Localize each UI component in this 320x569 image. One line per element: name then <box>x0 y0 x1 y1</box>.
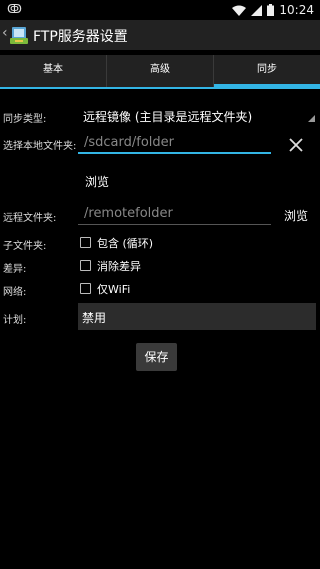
sync-type-spinner[interactable]: 远程镜像 (主目录是远程文件夹) <box>83 108 252 125</box>
schedule-spinner[interactable]: 禁用 <box>78 303 316 330</box>
wifi-icon <box>232 5 247 16</box>
subfolders-label: 子文件夹: <box>3 241 47 252</box>
remote-folder-placeholder: /remotefolder <box>84 206 173 221</box>
save-button[interactable]: 保存 <box>136 343 177 371</box>
diff-label: 差异: <box>3 264 27 275</box>
network-label: 网络: <box>3 287 27 298</box>
tab-sync[interactable]: 同步 <box>214 55 320 87</box>
diff-checkbox[interactable] <box>80 260 91 271</box>
wifi-only-checkbox[interactable] <box>80 283 91 294</box>
cellular-signal-icon <box>251 4 263 16</box>
browse-remote-button[interactable]: 浏览 <box>284 207 308 224</box>
subfolders-checkbox[interactable] <box>80 237 91 248</box>
sync-type-label: 同步类型: <box>3 114 47 125</box>
schedule-value: 禁用 <box>82 311 107 325</box>
status-bar: ↂ 10:24 <box>0 0 320 20</box>
battery-icon <box>267 4 275 16</box>
local-folder-input[interactable]: /sdcard/folder <box>78 134 271 154</box>
remote-folder-label: 远程文件夹: <box>3 213 57 224</box>
action-bar: ‹ FTP服务器设置 <box>0 20 320 50</box>
page-title: FTP服务器设置 <box>33 29 128 45</box>
tab-bar: 基本 高级 同步 <box>0 55 320 87</box>
spinner-caret-icon <box>308 115 315 122</box>
schedule-label: 计划: <box>3 315 27 326</box>
tab-divider <box>0 87 320 89</box>
diff-checkbox-label[interactable]: 消除差异 <box>97 258 141 274</box>
clock: 10:24 <box>279 3 314 17</box>
local-folder-placeholder: /sdcard/folder <box>84 135 175 150</box>
tab-basic[interactable]: 基本 <box>0 55 107 87</box>
ftp-server-app-icon[interactable] <box>9 26 29 45</box>
remote-folder-input[interactable]: /remotefolder <box>78 205 271 225</box>
chevron-left-icon[interactable]: ‹ <box>2 25 8 41</box>
local-folder-label: 选择本地文件夹: <box>3 141 77 152</box>
wifi-only-checkbox-label[interactable]: 仅WiFi <box>97 281 130 297</box>
subfolders-checkbox-label[interactable]: 包含 (循环) <box>97 235 153 251</box>
ghost-notification-icon: ↂ <box>7 2 22 16</box>
tab-advanced[interactable]: 高级 <box>107 55 214 87</box>
clear-icon[interactable] <box>286 135 306 155</box>
browse-local-button[interactable]: 浏览 <box>85 173 109 190</box>
status-icons: 10:24 <box>232 2 314 18</box>
